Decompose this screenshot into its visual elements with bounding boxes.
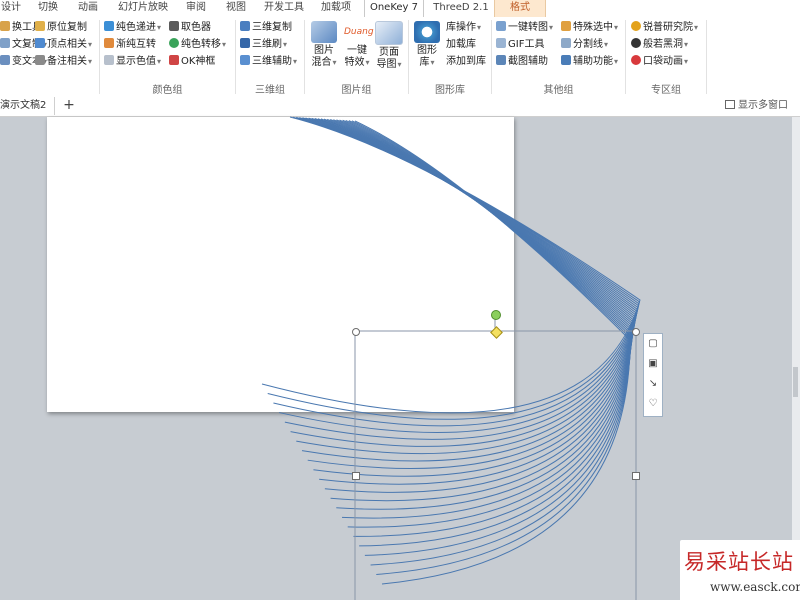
watermark-url: www.easck.com bbox=[710, 580, 800, 594]
resize-icon[interactable]: ↘ bbox=[647, 378, 659, 390]
curved-lines-shape[interactable] bbox=[0, 0, 800, 600]
arc-line bbox=[336, 119, 634, 528]
resize-handle-top-left[interactable] bbox=[352, 328, 360, 336]
resize-handle-left[interactable] bbox=[352, 472, 360, 480]
shape-icon[interactable]: ▢ bbox=[647, 338, 659, 350]
arc-line bbox=[354, 120, 631, 585]
rotation-handle[interactable] bbox=[491, 310, 501, 320]
arc-line bbox=[345, 119, 632, 556]
resize-handle-right[interactable] bbox=[632, 472, 640, 480]
arc-line bbox=[279, 117, 640, 434]
watermark-cn: 易采站长站 bbox=[684, 550, 794, 574]
heart-icon[interactable]: ♡ bbox=[647, 398, 659, 410]
arc-line bbox=[284, 117, 639, 440]
arc-line bbox=[348, 120, 632, 566]
image-icon[interactable]: ▣ bbox=[647, 358, 659, 370]
arc-line bbox=[351, 120, 631, 575]
selection-box bbox=[354, 330, 637, 600]
shape-quick-panel: ▢ ▣ ↘ ♡ bbox=[643, 333, 663, 417]
watermark: 易采站长站 www.easck.com bbox=[680, 540, 800, 600]
arc-line bbox=[267, 116, 641, 420]
arc-line bbox=[333, 119, 634, 519]
arc-line bbox=[313, 118, 637, 477]
resize-handle-top-right[interactable] bbox=[632, 328, 640, 336]
